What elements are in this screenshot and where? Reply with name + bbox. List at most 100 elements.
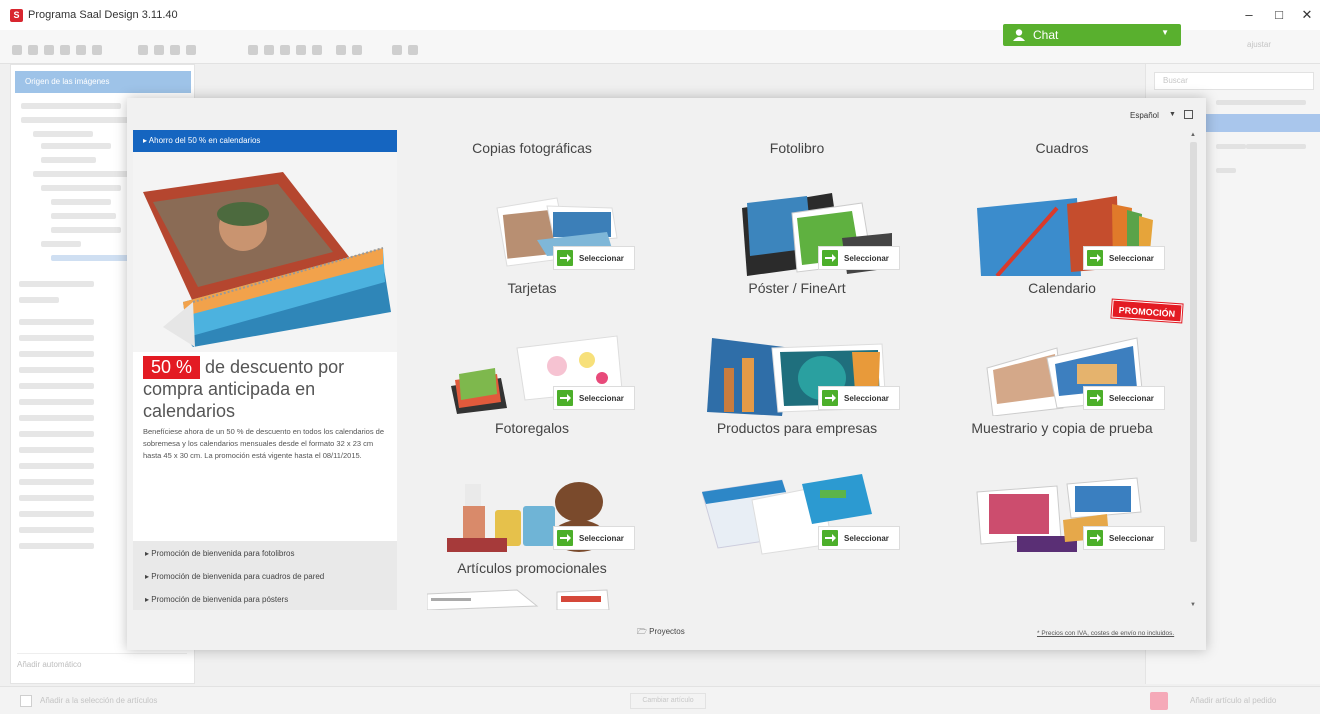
product-title: Calendario [1028,280,1096,296]
settings-icon[interactable] [1184,110,1193,119]
arrow-right-icon [557,530,573,546]
projects-button[interactable]: 🗁 Proyectos [637,626,685,640]
new-icon[interactable] [12,45,22,55]
selected-item[interactable] [1206,114,1320,132]
product-title: Cuadros [1035,140,1089,156]
save-icon[interactable] [44,45,54,55]
product-tile-poster[interactable]: Póster / FineArt Seleccionar [672,280,922,418]
promo-link-photobooks[interactable]: ▸ Promoción de bienvenida para fotolibro… [145,549,294,558]
app-icon: S [10,9,23,22]
auto-add-label[interactable]: Añadir automático [17,653,187,673]
scroll-down-icon[interactable]: ▼ [1190,602,1196,608]
arrow-right-icon [822,390,838,406]
promo-link-wall-pictures[interactable]: ▸ Promoción de bienvenida para cuadros d… [145,572,324,581]
product-tile-photo-gifts[interactable]: Fotoregalos Seleccionar [407,420,657,558]
cart-icon[interactable] [1150,692,1168,710]
product-title: Tarjetas [507,280,557,296]
select-button[interactable]: Seleccionar [553,386,635,410]
delete-icon[interactable] [186,45,196,55]
scrollbar-thumb[interactable] [1190,142,1197,542]
page-next-icon[interactable] [408,45,418,55]
product-tile-business-products[interactable]: Productos para empresas Seleccionar [672,420,922,558]
distribute-icon[interactable] [352,45,362,55]
arrow-right-icon [557,390,573,406]
add-selection-checkbox[interactable] [20,695,32,707]
select-button[interactable]: Seleccionar [1083,246,1165,270]
arrow-right-icon [1087,250,1103,266]
product-title: Muestrario y copia de prueba [971,420,1153,436]
status-bar: Añadir a la selección de artículos Cambi… [0,686,1320,714]
minimize-button[interactable]: – [1236,6,1262,24]
product-title: Póster / FineArt [748,280,846,296]
chat-button-label: Chat [1033,28,1059,42]
product-title: Artículos promocionales [457,560,607,576]
frame-icon[interactable] [296,45,306,55]
toolbar-group-text [248,32,328,60]
promotional-items-image [427,589,610,610]
select-button[interactable]: Seleccionar [818,526,900,550]
image-icon[interactable] [264,45,274,55]
select-button[interactable]: Seleccionar [818,246,900,270]
image-source-header[interactable]: Origen de las imágenes [15,71,191,93]
discount-badge: 50 % [143,356,201,379]
arrow-right-icon [1087,390,1103,406]
chevron-down-icon: ▼ [1161,28,1169,37]
promo-panel: ▸ Ahorro del 50 % en calendarios de desc… [133,130,397,610]
undo-icon[interactable] [138,45,148,55]
add-to-order-button[interactable]: Añadir artículo al pedido [1190,696,1276,705]
product-tile-promotional-items[interactable]: Artículos promocionales [407,560,657,610]
close-button[interactable]: ✕ [1294,6,1320,24]
toolbar-group-edit [138,32,202,60]
chat-button[interactable]: Chat ▼ [1003,24,1181,46]
search-input[interactable]: Buscar [1154,72,1314,90]
promo-description: Benefíciese ahora de un 50 % de descuent… [143,427,385,460]
copy-icon[interactable] [60,45,70,55]
chat-person-icon [1013,29,1025,41]
page-prev-icon[interactable] [392,45,402,55]
zoom-select[interactable]: ajustar [1247,40,1271,49]
select-button[interactable]: Seleccionar [553,246,635,270]
open-icon[interactable] [28,45,38,55]
calendar-promo-image [133,152,397,352]
change-article-button[interactable]: Cambiar artículo [630,693,706,709]
promo-link-posters[interactable]: ▸ Promoción de bienvenida para pósters [145,595,288,604]
select-button[interactable]: Seleccionar [1083,386,1165,410]
product-tile-wall-pictures[interactable]: Cuadros Seleccionar [937,140,1187,278]
select-button[interactable]: Seleccionar [818,386,900,410]
window-title: Programa Saal Design 3.11.40 [28,9,178,21]
product-tile-photo-prints[interactable]: Copias fotográficas Seleccionar [407,140,657,278]
print-icon[interactable] [92,45,102,55]
language-select[interactable]: Español [1130,111,1159,120]
product-selection-dialog: Español ▼ ▲ ▼ ▸ Ahorro del 50 % en calen… [127,98,1206,650]
align-icon[interactable] [336,45,346,55]
price-footnote-link[interactable]: * Precios con IVA, costes de envío no in… [1037,630,1174,637]
redo-icon[interactable] [154,45,164,55]
promo-header-label: Ahorro del 50 % en calendarios [148,136,261,145]
select-button[interactable]: Seleccionar [1083,526,1165,550]
maximize-button[interactable]: □ [1266,6,1292,24]
promo-header[interactable]: ▸ Ahorro del 50 % en calendarios [133,130,397,152]
chevron-down-icon[interactable]: ▼ [1169,111,1176,118]
toolbar-group-file [12,32,108,60]
product-title: Fotoregalos [495,420,569,436]
paste-icon[interactable] [76,45,86,55]
select-button[interactable]: Seleccionar [553,526,635,550]
toolbar-group-page [392,32,424,60]
arrow-right-icon [822,530,838,546]
product-title: Fotolibro [769,140,825,156]
cut-icon[interactable] [170,45,180,55]
product-tile-calendar[interactable]: Calendario Seleccionar [937,280,1187,418]
text-icon[interactable] [248,45,258,55]
scroll-up-icon[interactable]: ▲ [1190,132,1196,138]
product-tile-cards[interactable]: Tarjetas Seleccionar [407,280,657,418]
toolbar-group-align [336,32,368,60]
add-selection-label: Añadir a la selección de artículos [40,696,158,705]
arrow-right-icon [1087,530,1103,546]
arrow-right-icon [557,250,573,266]
expand-arrow-icon: ▸ [143,136,148,145]
shape-icon[interactable] [280,45,290,55]
product-title: Productos para empresas [716,420,878,436]
clipart-icon[interactable] [312,45,322,55]
product-tile-sample-proof[interactable]: Muestrario y copia de prueba Seleccionar [937,420,1187,558]
product-tile-photobook[interactable]: Fotolibro Seleccionar [672,140,922,278]
